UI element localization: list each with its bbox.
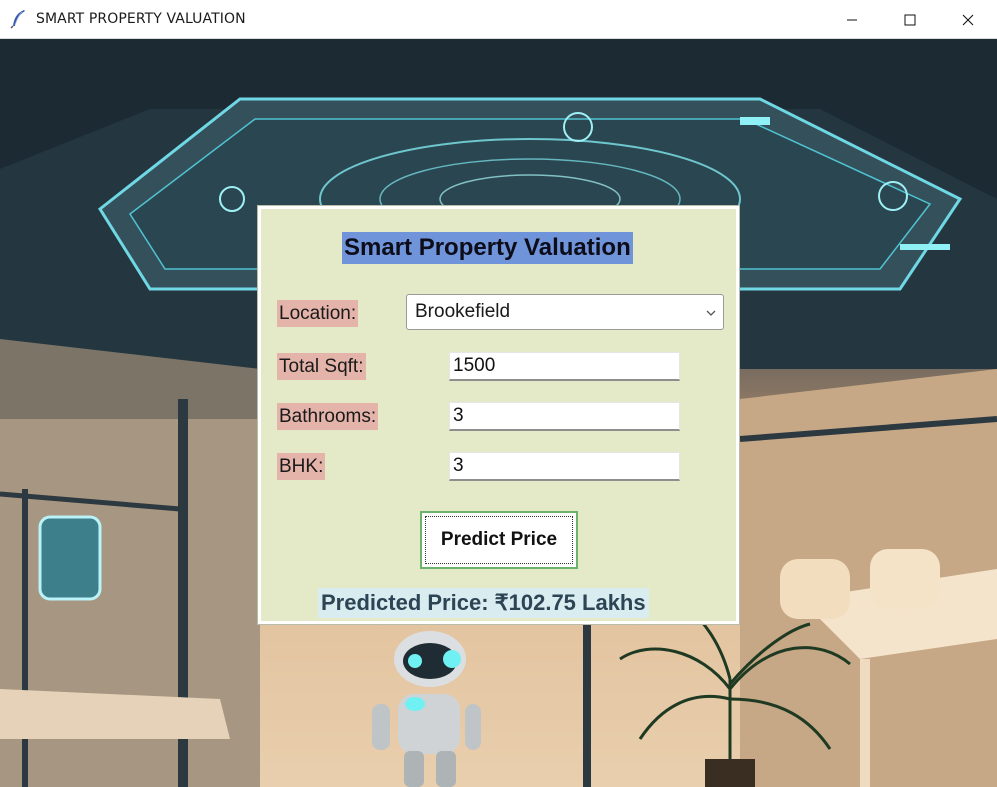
title-bar[interactable]: SMART PROPERTY VALUATION	[0, 0, 997, 39]
maximize-icon	[904, 14, 916, 25]
sqft-label: Total Sqft:	[277, 353, 366, 380]
bhk-input[interactable]: 3	[449, 452, 680, 481]
location-dropdown[interactable]: Brookefield	[406, 294, 724, 330]
chevron-down-icon	[706, 310, 716, 316]
window-title: SMART PROPERTY VALUATION	[36, 11, 246, 27]
bhk-label: BHK:	[277, 453, 326, 480]
location-label: Location:	[277, 300, 359, 327]
maximize-button[interactable]	[881, 0, 939, 39]
minimize-button[interactable]	[823, 0, 881, 39]
feather-icon	[10, 10, 25, 29]
form-heading: Smart Property Valuation	[342, 232, 633, 264]
predict-price-label: Predict Price	[440, 529, 558, 550]
predicted-price-result: Predicted Price: ₹102.75 Lakhs	[318, 588, 649, 618]
sqft-input[interactable]: 1500	[449, 352, 680, 381]
predict-price-button[interactable]: Predict Price	[420, 511, 578, 569]
location-value: Brookefield	[415, 301, 511, 322]
minimize-icon	[847, 19, 857, 20]
valuation-form: Smart Property Valuation Location: Brook…	[258, 206, 739, 624]
background-image: Smart Property Valuation Location: Brook…	[0, 39, 997, 787]
close-icon	[962, 14, 974, 25]
close-button[interactable]	[939, 0, 997, 39]
bathrooms-input[interactable]: 3	[449, 402, 680, 431]
bathrooms-label: Bathrooms:	[277, 403, 379, 430]
